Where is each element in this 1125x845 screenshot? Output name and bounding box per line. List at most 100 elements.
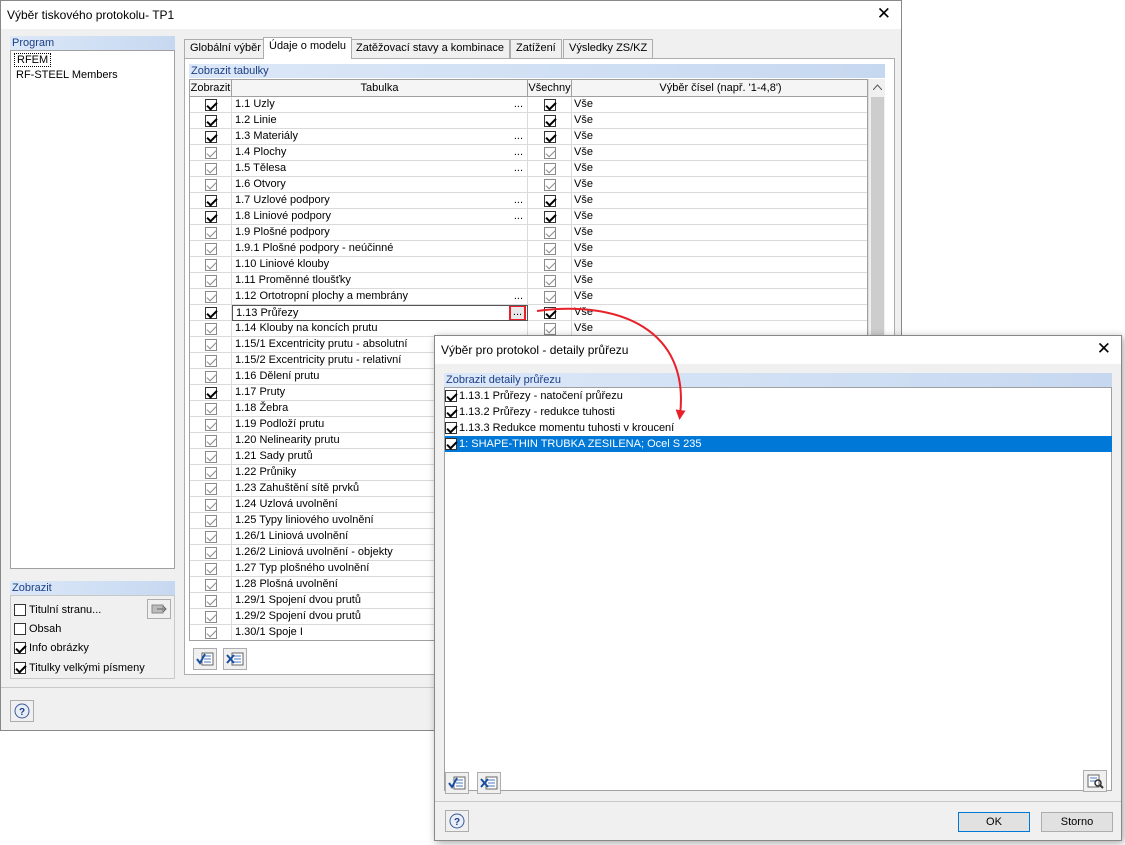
- row-show-checkbox[interactable]: [204, 371, 217, 383]
- table-row[interactable]: 1.5 Tělesa... Vše: [190, 161, 867, 177]
- detail-item-rotation[interactable]: 1.13.1 Průřezy - natočení průřezu: [445, 388, 1112, 404]
- table-row[interactable]: 1.11 Proměnné tloušťky Vše: [190, 273, 867, 289]
- row-selection-input[interactable]: Vše: [572, 113, 867, 129]
- row-show-checkbox[interactable]: [204, 547, 217, 559]
- close-icon[interactable]: ✕: [877, 4, 891, 24]
- row-show-checkbox[interactable]: [204, 275, 217, 287]
- row-all-checkbox[interactable]: [543, 179, 556, 191]
- row-show-checkbox[interactable]: [204, 227, 217, 239]
- row-show-checkbox[interactable]: [204, 323, 217, 335]
- row-show-checkbox[interactable]: [204, 243, 217, 255]
- row-details-button[interactable]: ...: [514, 97, 523, 112]
- table-row[interactable]: 1.9 Plošné podpory Vše: [190, 225, 867, 241]
- row-show-checkbox[interactable]: [204, 451, 217, 463]
- row-selection-input[interactable]: Vše: [572, 193, 867, 209]
- row-selection-input[interactable]: Vše: [572, 177, 867, 193]
- row-show-checkbox[interactable]: [204, 179, 217, 191]
- row-details-button[interactable]: ...: [514, 145, 523, 160]
- row-details-button[interactable]: ...: [514, 209, 523, 224]
- detail-uncheck-all-button[interactable]: [477, 772, 501, 794]
- check-all-button[interactable]: [193, 648, 217, 670]
- row-show-checkbox[interactable]: [204, 579, 217, 591]
- detail-item-section-1[interactable]: 1: SHAPE-THIN TRUBKA ZESILENA; Ocel S 23…: [445, 436, 1112, 452]
- program-item-rfem[interactable]: RFEM: [14, 53, 52, 67]
- option-info-images-checkbox[interactable]: [14, 642, 26, 654]
- row-selection-input[interactable]: Vše: [572, 161, 867, 177]
- detail-item-torsion-checkbox[interactable]: [445, 422, 457, 434]
- table-row[interactable]: 1.13 Průřezy... Vše: [190, 305, 867, 321]
- row-details-button[interactable]: ...: [514, 289, 523, 304]
- row-selection-input[interactable]: Vše: [572, 97, 867, 113]
- row-all-checkbox[interactable]: [543, 291, 556, 303]
- row-show-checkbox[interactable]: [204, 595, 217, 607]
- tab-global-selection[interactable]: Globální výběr: [184, 39, 267, 58]
- tab-loads[interactable]: Zatížení: [510, 39, 562, 58]
- option-contents[interactable]: Obsah: [14, 620, 61, 638]
- detail-check-all-button[interactable]: [445, 772, 469, 794]
- row-show-checkbox[interactable]: [204, 563, 217, 575]
- detail-item-torsion[interactable]: 1.13.3 Redukce momentu tuhosti v kroucen…: [445, 420, 1112, 436]
- row-all-checkbox[interactable]: [543, 115, 556, 127]
- row-selection-input[interactable]: Vše: [572, 241, 867, 257]
- cancel-button[interactable]: Storno: [1041, 812, 1113, 832]
- tab-results[interactable]: Výsledky ZS/KZ: [563, 39, 654, 58]
- detail-item-section-1-checkbox[interactable]: [445, 438, 457, 450]
- row-show-checkbox[interactable]: [204, 211, 217, 223]
- detail-close-icon[interactable]: ✕: [1097, 339, 1111, 359]
- detail-item-rotation-checkbox[interactable]: [445, 390, 457, 402]
- row-details-button[interactable]: ...: [514, 193, 523, 208]
- table-row[interactable]: 1.8 Liniové podpory... Vše: [190, 209, 867, 225]
- row-show-checkbox[interactable]: [204, 387, 217, 399]
- row-show-checkbox[interactable]: [204, 259, 217, 271]
- row-all-checkbox[interactable]: [543, 147, 556, 159]
- row-all-checkbox[interactable]: [543, 195, 556, 207]
- program-item-rf-steel[interactable]: RF-STEEL Members: [16, 69, 118, 81]
- row-show-checkbox[interactable]: [204, 163, 217, 175]
- option-title-page-checkbox[interactable]: [14, 604, 26, 616]
- table-row[interactable]: 1.4 Plochy... Vše: [190, 145, 867, 161]
- row-all-checkbox[interactable]: [543, 323, 556, 335]
- row-all-checkbox[interactable]: [543, 227, 556, 239]
- table-row[interactable]: 1.12 Ortotropní plochy a membrány... Vše: [190, 289, 867, 305]
- row-show-checkbox[interactable]: [204, 195, 217, 207]
- row-show-checkbox[interactable]: [204, 467, 217, 479]
- uncheck-all-button[interactable]: [223, 648, 247, 670]
- tab-model-data[interactable]: Údaje o modelu: [263, 37, 353, 59]
- table-row[interactable]: 1.6 Otvory Vše: [190, 177, 867, 193]
- row-details-button[interactable]: ...: [514, 129, 523, 144]
- option-title-page[interactable]: Titulní stranu...: [14, 601, 101, 619]
- scroll-thumb[interactable]: [871, 97, 884, 337]
- row-show-checkbox[interactable]: [204, 339, 217, 351]
- row-show-checkbox[interactable]: [204, 403, 217, 415]
- row-all-checkbox[interactable]: [543, 307, 556, 319]
- detail-preview-button[interactable]: [1083, 770, 1107, 792]
- table-row[interactable]: 1.9.1 Plošné podpory - neúčinné Vše: [190, 241, 867, 257]
- row-selection-input[interactable]: Vše: [572, 289, 867, 305]
- option-info-images[interactable]: Info obrázky: [14, 639, 89, 657]
- grid-scrollbar[interactable]: [868, 79, 885, 339]
- row-show-checkbox[interactable]: [204, 115, 217, 127]
- row-show-checkbox[interactable]: [204, 499, 217, 511]
- row-show-checkbox[interactable]: [204, 627, 217, 639]
- row-details-button[interactable]: ...: [509, 306, 526, 320]
- row-all-checkbox[interactable]: [543, 99, 556, 111]
- row-show-checkbox[interactable]: [204, 307, 217, 319]
- help-button[interactable]: ?: [10, 700, 34, 722]
- table-row[interactable]: 1.1 Uzly... Vše: [190, 97, 867, 113]
- detail-help-button[interactable]: ?: [445, 810, 469, 832]
- ok-button[interactable]: OK: [958, 812, 1030, 832]
- row-show-checkbox[interactable]: [204, 611, 217, 623]
- table-row[interactable]: 1.2 Linie Vše: [190, 113, 867, 129]
- table-row[interactable]: 1.3 Materiály... Vše: [190, 129, 867, 145]
- row-show-checkbox[interactable]: [204, 515, 217, 527]
- row-show-checkbox[interactable]: [204, 531, 217, 543]
- tab-load-cases[interactable]: Zatěžovací stavy a kombinace: [350, 39, 510, 58]
- row-selection-input[interactable]: Vše: [572, 257, 867, 273]
- row-show-checkbox[interactable]: [204, 291, 217, 303]
- detail-item-stiffness-checkbox[interactable]: [445, 406, 457, 418]
- row-all-checkbox[interactable]: [543, 163, 556, 175]
- row-show-checkbox[interactable]: [204, 355, 217, 367]
- option-contents-checkbox[interactable]: [14, 623, 26, 635]
- row-all-checkbox[interactable]: [543, 259, 556, 271]
- row-all-checkbox[interactable]: [543, 275, 556, 287]
